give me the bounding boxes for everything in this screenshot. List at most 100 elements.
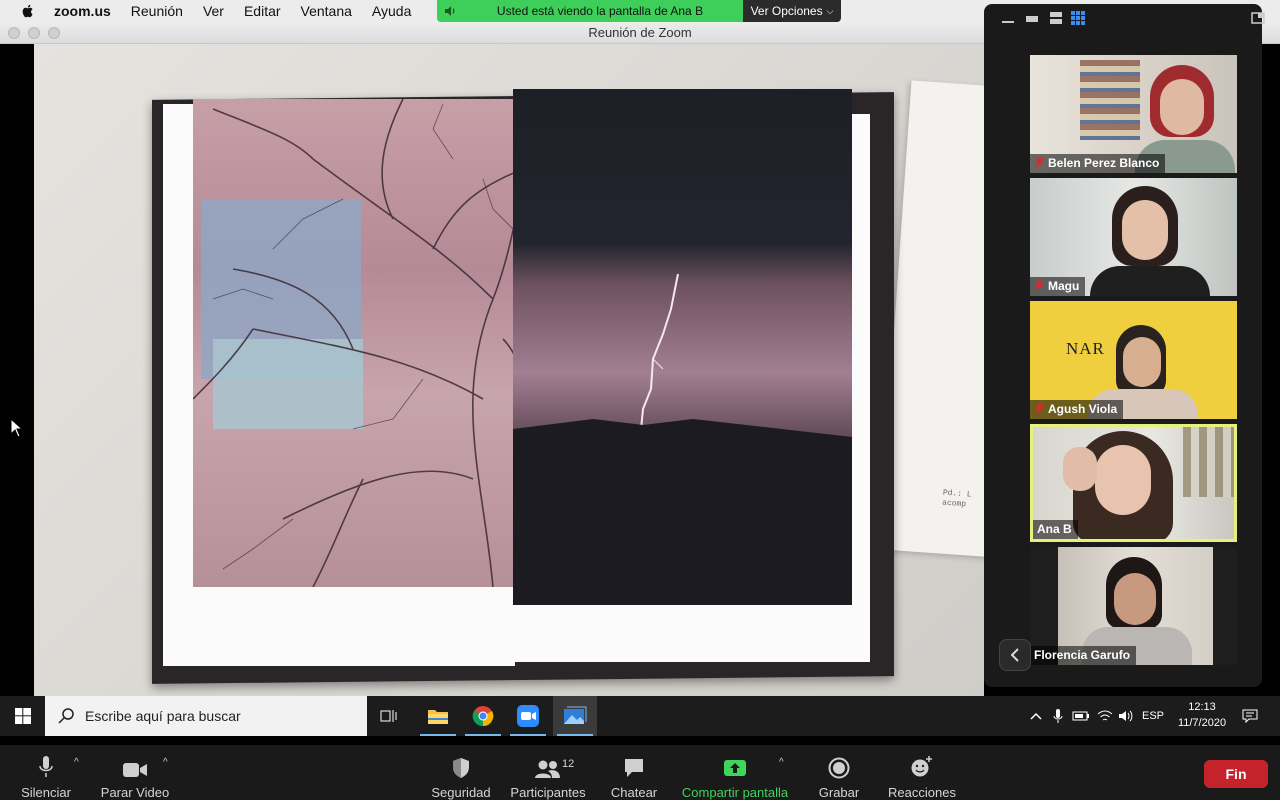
microphone-icon (1053, 709, 1063, 723)
windows-taskbar: Escribe aquí para buscar ESP 12:13 11/7/… (0, 696, 1280, 736)
share-screen-icon (724, 760, 746, 776)
end-meeting-button[interactable]: Fin (1204, 760, 1268, 788)
hand (1063, 447, 1097, 491)
face (1160, 79, 1204, 135)
menu-app-name[interactable]: zoom.us (54, 3, 111, 19)
participant-name-tag: Belen Perez Blanco (1030, 154, 1166, 173)
strip-view-icon[interactable] (1048, 10, 1064, 26)
participant-tile-agush[interactable]: NAR AS Agush Viola (1030, 301, 1237, 419)
face (1122, 200, 1168, 260)
windows-start-button[interactable] (0, 696, 45, 736)
mute-button[interactable]: Silenciar (14, 745, 78, 800)
action-center-button[interactable] (1238, 696, 1262, 736)
battery-tray-button[interactable] (1070, 696, 1092, 736)
language-indicator[interactable]: ESP (1140, 696, 1166, 736)
file-explorer-button[interactable] (416, 696, 460, 736)
folder-icon (428, 710, 448, 724)
show-hidden-icons-button[interactable] (1026, 696, 1046, 736)
menu-ventana[interactable]: Ventana (301, 3, 352, 19)
participant-name: Florencia Garufo (1034, 648, 1131, 662)
participant-tile-ana-active-speaker[interactable]: Ana B (1030, 424, 1237, 542)
participant-name: Belen Perez Blanco (1048, 156, 1160, 170)
gallery-view-controls (984, 10, 1265, 30)
view-options-label: Ver Opciones (750, 4, 823, 18)
tree-branches (193, 99, 533, 587)
menu-editar[interactable]: Editar (244, 3, 281, 19)
security-label: Seguridad (431, 785, 491, 800)
participant-name: Ana B (1037, 522, 1072, 536)
search-placeholder: Escribe aquí para buscar (85, 708, 241, 724)
muted-mic-icon (1034, 157, 1044, 169)
chevron-left-icon (1010, 648, 1019, 662)
clock-time: 12:13 (1188, 701, 1216, 713)
chrome-icon (472, 706, 494, 727)
tree-window-photo (193, 99, 533, 587)
participants-count: 12 (562, 758, 575, 770)
participant-name-tag: Agush Viola (1030, 400, 1124, 419)
gallery-previous-button[interactable] (999, 639, 1031, 671)
windows-logo-icon (14, 708, 31, 724)
volume-tray-button[interactable] (1116, 696, 1136, 736)
view-options-button[interactable]: Ver Opciones ⌵ (743, 0, 841, 22)
chat-icon (625, 759, 643, 777)
emoji-reaction-icon (911, 756, 932, 777)
chat-label: Chatear (610, 785, 658, 800)
participant-name: Agush Viola (1048, 402, 1118, 416)
participants-label: Participantes (510, 785, 586, 800)
chrome-button[interactable] (461, 696, 505, 736)
chat-button[interactable]: Chatear (606, 745, 662, 800)
share-screen-label: Compartir pantalla (681, 785, 789, 800)
participant-tile-belen[interactable]: Belen Perez Blanco (1030, 55, 1237, 173)
zoom-app-button[interactable] (506, 696, 550, 736)
participant-name: Magu (1048, 279, 1080, 293)
muted-mic-icon (1034, 280, 1044, 292)
microphone-icon (39, 756, 53, 777)
clock-date: 11/7/2020 (1177, 717, 1227, 729)
microphone-tray-button[interactable] (1048, 696, 1068, 736)
notification-icon (1242, 709, 1258, 723)
participants-icon (535, 760, 560, 778)
stop-video-button[interactable]: Parar Video (98, 745, 172, 800)
menu-ayuda[interactable]: Ayuda (372, 3, 411, 19)
mouse-cursor-icon (10, 418, 24, 438)
photos-icon (564, 706, 587, 724)
lightning-photo (513, 89, 852, 605)
participant-name-tag: Ana B (1033, 520, 1078, 539)
face (1095, 445, 1151, 515)
participant-tile-magu[interactable]: Magu (1030, 178, 1237, 296)
wall-photos (1183, 427, 1234, 497)
search-icon (58, 708, 74, 724)
participants-button[interactable]: Participantes (508, 745, 588, 800)
paper-text: Pd.: L acomp (941, 488, 972, 510)
minimize-panel-icon[interactable] (1000, 10, 1016, 26)
bookshelf (1080, 60, 1140, 140)
participant-tile-florencia[interactable]: Florencia Garufo (1030, 547, 1237, 665)
exit-fullscreen-icon[interactable] (1250, 10, 1266, 26)
video-camera-icon (123, 763, 147, 777)
taskbar-clock[interactable]: 12:13 11/7/2020 (1172, 699, 1232, 731)
menu-reunion[interactable]: Reunión (131, 3, 183, 19)
participant-name-tag: Florencia Garufo (1030, 646, 1137, 665)
menu-ver[interactable]: Ver (203, 3, 224, 19)
jacket (1090, 266, 1210, 296)
share-banner-text: Usted está viendo la pantalla de Ana B (496, 4, 704, 18)
wifi-tray-button[interactable] (1094, 696, 1116, 736)
task-view-button[interactable] (367, 696, 411, 736)
record-button[interactable]: Grabar (812, 745, 866, 800)
photos-app-button[interactable] (553, 696, 597, 736)
face (1123, 337, 1161, 387)
reactions-button[interactable]: Reacciones (884, 745, 960, 800)
language-text: ESP (1141, 710, 1164, 722)
single-row-icon[interactable] (1024, 10, 1040, 26)
gallery-grid-icon[interactable] (1070, 10, 1086, 26)
security-button[interactable]: Seguridad (428, 745, 494, 800)
share-screen-button[interactable]: Compartir pantalla (680, 745, 790, 800)
share-options-caret[interactable]: ^ (779, 757, 784, 768)
stop-video-label: Parar Video (100, 785, 170, 800)
video-options-caret[interactable]: ^ (163, 757, 168, 768)
lightning-bolt (513, 273, 852, 605)
apple-logo-icon[interactable] (20, 3, 36, 19)
audio-options-caret[interactable]: ^ (74, 757, 79, 768)
taskbar-search-box[interactable]: Escribe aquí para buscar (45, 696, 367, 736)
reactions-label: Reacciones (888, 785, 956, 800)
